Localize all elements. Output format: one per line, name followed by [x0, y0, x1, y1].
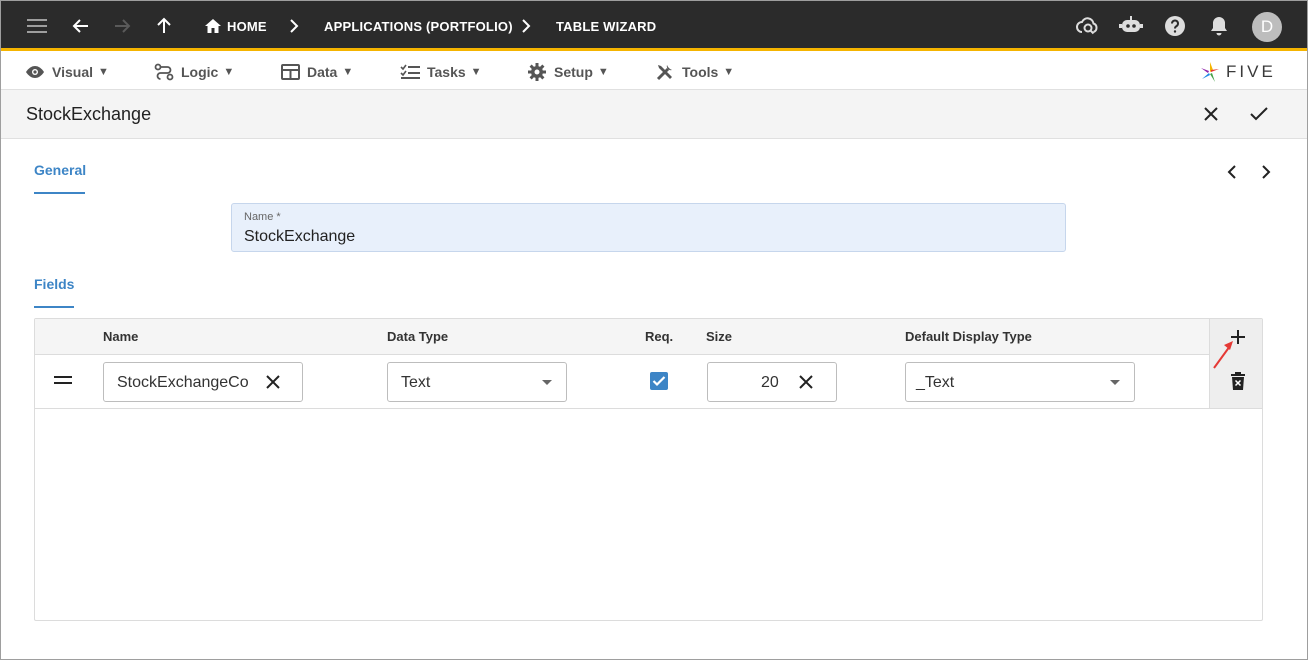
chevron-right-icon	[522, 19, 531, 33]
checklist-icon	[400, 64, 420, 79]
eye-icon	[26, 66, 44, 78]
name-field-label: Name *	[244, 211, 281, 223]
up-arrow-icon[interactable]	[151, 13, 177, 39]
chat-bot-icon[interactable]	[1118, 13, 1144, 39]
data-type-value: Text	[401, 374, 431, 391]
forward-arrow-icon[interactable]	[109, 13, 135, 39]
five-logo-icon	[1201, 62, 1219, 82]
caret-down-icon: ▼	[723, 66, 735, 78]
breadcrumb-applications[interactable]: APPLICATIONS (PORTFOLIO)	[324, 1, 513, 51]
column-header-size: Size	[706, 329, 733, 344]
table-icon	[281, 64, 300, 80]
menu-label: Visual	[52, 64, 93, 80]
home-icon[interactable]	[200, 13, 226, 39]
table-row: StockExchangeCo Text 20 _Text	[35, 355, 1262, 409]
notifications-bell-icon[interactable]	[1206, 13, 1232, 39]
five-logo: FIVE	[1199, 57, 1276, 87]
display-type-select[interactable]: _Text	[905, 362, 1135, 402]
main-menu-bar: Visual ▼ Logic ▼ Data ▼ Tasks ▼ Setup ▼ Tools…	[1, 54, 1307, 90]
menu-label: Tools	[682, 64, 719, 80]
user-avatar[interactable]: D	[1252, 12, 1282, 42]
help-icon[interactable]	[1162, 13, 1188, 39]
breadcrumb-home[interactable]: HOME	[227, 1, 267, 51]
field-name-input[interactable]: StockExchangeCo	[103, 362, 303, 402]
size-value: 20	[761, 374, 779, 391]
column-header-display-type: Default Display Type	[905, 329, 1032, 344]
menu-label: Setup	[554, 64, 593, 80]
column-header-name: Name	[103, 329, 139, 344]
app-bar: HOME APPLICATIONS (PORTFOLIO) TABLE WIZA…	[1, 1, 1307, 51]
column-header-data-type: Data Type	[387, 329, 449, 344]
menu-logic[interactable]: Logic ▼	[154, 54, 234, 90]
hamburger-menu-icon[interactable]	[24, 13, 50, 39]
caret-down-icon: ▼	[470, 66, 482, 78]
caret-down-icon: ▼	[98, 66, 109, 78]
cancel-close-icon[interactable]	[1199, 102, 1223, 126]
column-header-req: Req.	[645, 329, 674, 344]
menu-tools[interactable]: Tools ▼	[655, 54, 734, 90]
caret-down-icon: ▼	[223, 66, 235, 78]
next-chevron-icon[interactable]	[1256, 162, 1276, 182]
check-icon	[652, 376, 666, 387]
tab-general[interactable]: General	[34, 162, 86, 178]
save-check-icon[interactable]	[1247, 102, 1271, 126]
required-checkbox[interactable]	[650, 372, 668, 390]
tools-icon	[656, 65, 672, 81]
tab-fields[interactable]: Fields	[34, 276, 74, 292]
menu-data[interactable]: Data ▼	[281, 54, 353, 90]
clear-x-icon[interactable]	[264, 373, 282, 391]
table-header: Name Data Type Req. Size Default Display…	[35, 319, 1262, 355]
menu-visual[interactable]: Visual ▼	[25, 54, 109, 90]
chevron-right-icon	[290, 19, 299, 33]
menu-label: Logic	[181, 64, 219, 80]
form-title-bar: StockExchange	[1, 90, 1307, 139]
annotation-arrow-icon	[1213, 341, 1233, 369]
previous-chevron-icon[interactable]	[1222, 162, 1242, 182]
menu-label: Data	[307, 64, 338, 80]
back-arrow-icon[interactable]	[68, 13, 94, 39]
app-window: HOME APPLICATIONS (PORTFOLIO) TABLE WIZA…	[0, 0, 1308, 660]
tab-general-underline	[34, 192, 85, 194]
flow-icon	[154, 63, 174, 81]
dropdown-caret-icon	[542, 380, 552, 385]
menu-setup[interactable]: Setup ▼	[527, 54, 609, 90]
display-type-value: _Text	[916, 374, 955, 391]
menu-tasks[interactable]: Tasks ▼	[400, 54, 482, 90]
menu-label: Tasks	[427, 64, 466, 80]
field-name-value: StockExchangeCo	[117, 374, 249, 391]
tab-fields-underline	[34, 306, 74, 308]
clear-x-icon[interactable]	[797, 373, 815, 391]
brand-name: FIVE	[1226, 62, 1276, 81]
page-title: StockExchange	[26, 104, 152, 124]
drag-handle-icon[interactable]	[54, 376, 72, 386]
caret-down-icon: ▼	[597, 66, 609, 78]
breadcrumb-table-wizard[interactable]: TABLE WIZARD	[556, 1, 656, 51]
name-field[interactable]: Name *	[231, 203, 1066, 252]
dropdown-caret-icon	[1110, 380, 1120, 385]
cloud-sync-icon[interactable]	[1075, 13, 1101, 39]
data-type-select[interactable]: Text	[387, 362, 567, 402]
gear-icon	[528, 63, 546, 81]
size-input[interactable]: 20	[707, 362, 837, 402]
name-input[interactable]	[244, 228, 1044, 246]
fields-table: Name Data Type Req. Size Default Display…	[34, 318, 1263, 621]
caret-down-icon: ▼	[342, 66, 354, 78]
